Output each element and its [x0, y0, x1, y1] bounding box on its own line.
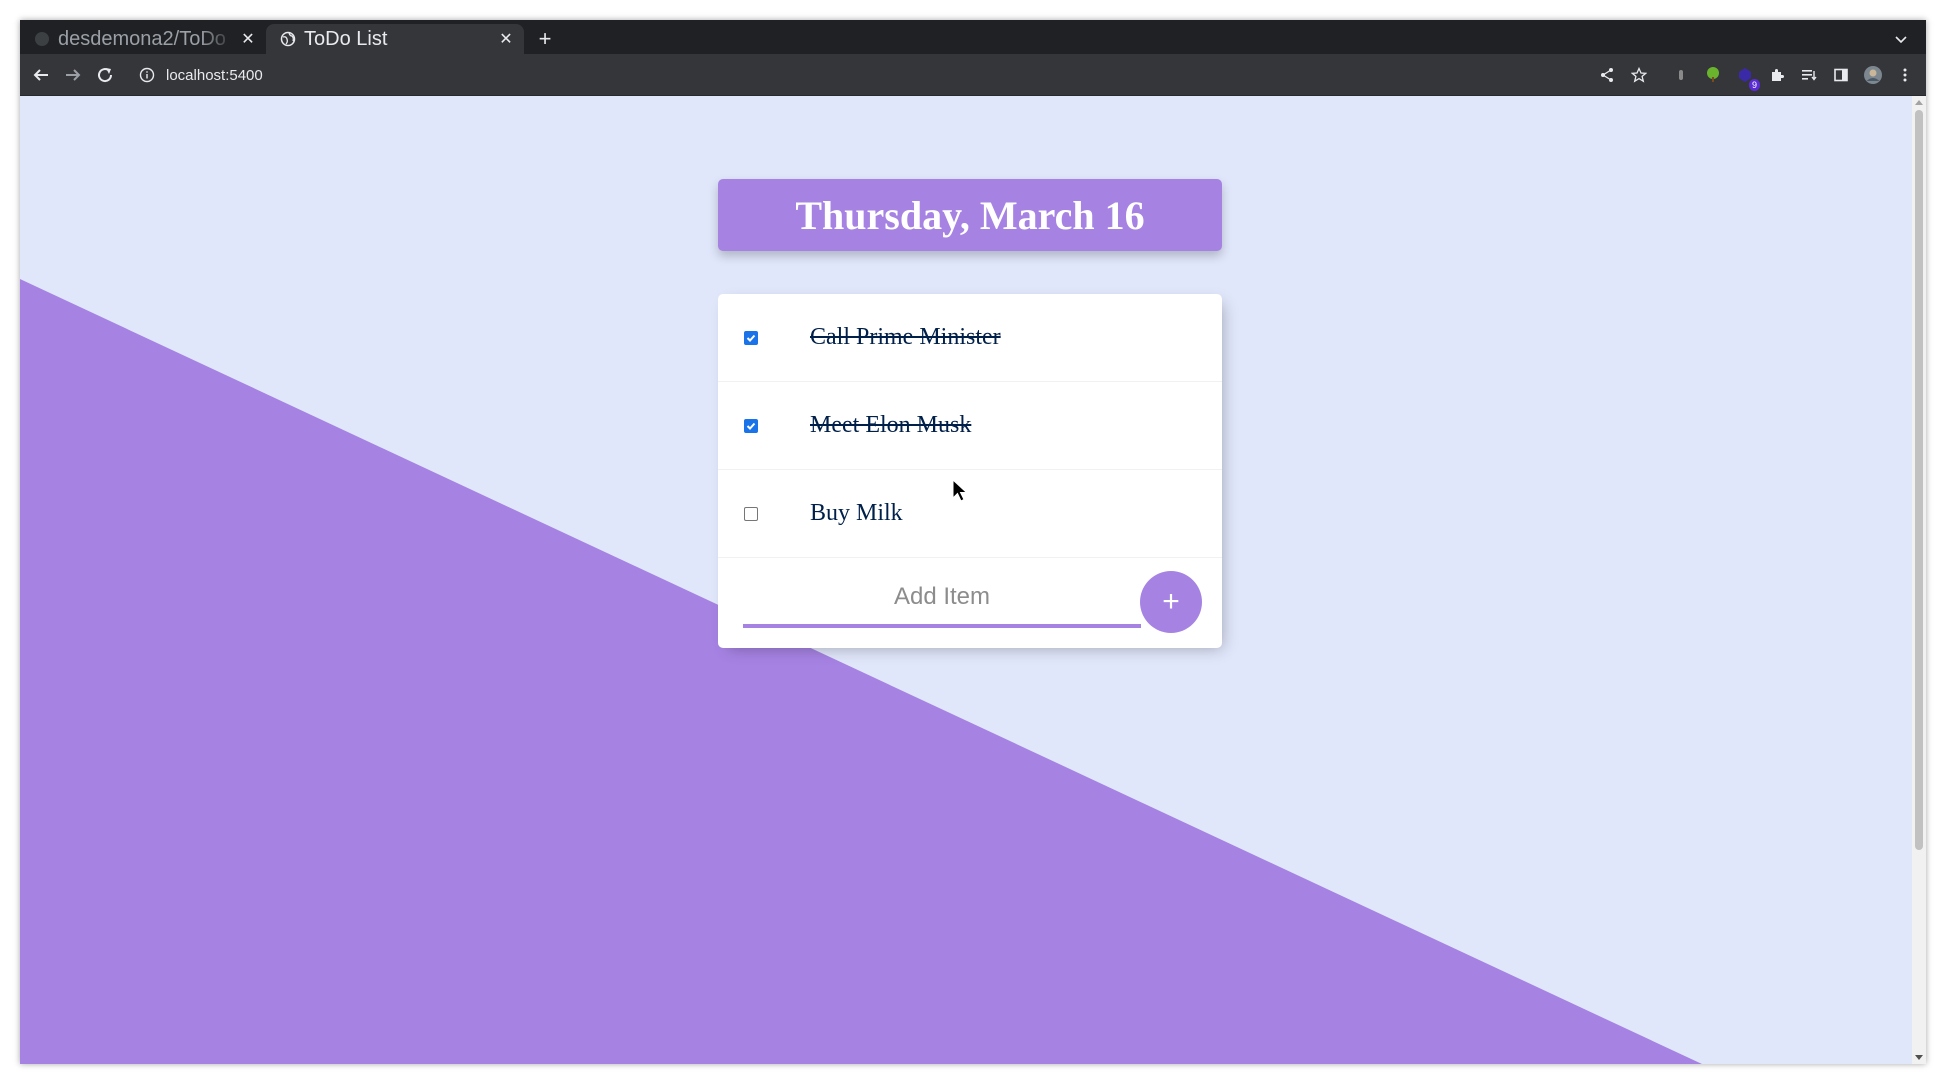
address-bar[interactable]: localhost:5400 — [138, 59, 263, 91]
tab-strip: desdemona2/ToDo ✕ ToDo List ✕ + — [20, 20, 1926, 54]
todo-item[interactable]: Buy Milk — [718, 470, 1222, 558]
item-checkbox[interactable] — [744, 418, 758, 433]
item-checkbox[interactable] — [744, 506, 758, 521]
page-scrollbar[interactable] — [1912, 96, 1926, 1064]
add-item-input[interactable] — [743, 570, 1141, 628]
extension-bottle-icon[interactable] — [1668, 62, 1694, 88]
add-item-button[interactable]: + — [1140, 571, 1202, 633]
scroll-down-arrow-icon[interactable] — [1915, 1055, 1923, 1060]
todo-item[interactable]: Meet Elon Musk — [718, 382, 1222, 470]
browser-toolbar: localhost:5400 9 — [20, 54, 1926, 96]
reload-icon[interactable] — [92, 62, 118, 88]
profile-avatar-icon[interactable] — [1860, 62, 1886, 88]
close-tab-icon[interactable]: ✕ — [236, 27, 260, 51]
close-tab-icon[interactable]: ✕ — [494, 27, 518, 51]
tab-search-chevron-icon[interactable] — [1888, 26, 1914, 52]
date-heading-text: Thursday, March 16 — [795, 192, 1145, 238]
forward-icon[interactable] — [60, 62, 86, 88]
tab-todo-list[interactable]: ToDo List ✕ — [266, 24, 524, 54]
tab-github[interactable]: desdemona2/ToDo ✕ — [20, 24, 266, 54]
github-icon — [34, 31, 50, 47]
date-heading: Thursday, March 16 — [718, 179, 1222, 251]
bookmark-star-icon[interactable] — [1626, 62, 1652, 88]
site-info-icon[interactable] — [138, 66, 156, 84]
tab-title: ToDo List — [304, 27, 388, 50]
extension-badge-count: 9 — [1748, 79, 1760, 91]
new-tab-button[interactable]: + — [532, 26, 558, 52]
extensions-puzzle-icon[interactable] — [1764, 62, 1790, 88]
reading-list-icon[interactable] — [1796, 62, 1822, 88]
tab-title: desdemona2/ToDo — [58, 27, 226, 50]
url-text: localhost:5400 — [166, 66, 263, 84]
globe-icon — [280, 31, 296, 47]
share-icon[interactable] — [1594, 62, 1620, 88]
mouse-cursor-icon — [952, 479, 968, 502]
toolbar-actions: 9 — [1588, 62, 1918, 91]
scrollbar-thumb[interactable] — [1915, 110, 1923, 850]
menu-kebab-icon[interactable] — [1892, 62, 1918, 88]
page-content: Thursday, March 16 Call Prime Minister M… — [20, 96, 1926, 1064]
todo-item-label: Call Prime Minister — [810, 324, 1001, 350]
extension-tree-icon[interactable] — [1700, 62, 1726, 88]
todo-item-label: Meet Elon Musk — [810, 412, 972, 438]
back-icon[interactable] — [28, 62, 54, 88]
item-checkbox[interactable] — [744, 330, 758, 345]
browser-window: desdemona2/ToDo ✕ ToDo List ✕ + localhos… — [20, 20, 1926, 1064]
side-panel-icon[interactable] — [1828, 62, 1854, 88]
scroll-up-arrow-icon[interactable] — [1915, 100, 1923, 105]
add-item-row: + — [718, 558, 1222, 648]
extension-badge-icon[interactable]: 9 — [1732, 62, 1760, 91]
todo-item-label: Buy Milk — [810, 500, 903, 526]
todo-card: Call Prime Minister Meet Elon Musk Buy M… — [718, 294, 1222, 648]
todo-item[interactable]: Call Prime Minister — [718, 294, 1222, 382]
